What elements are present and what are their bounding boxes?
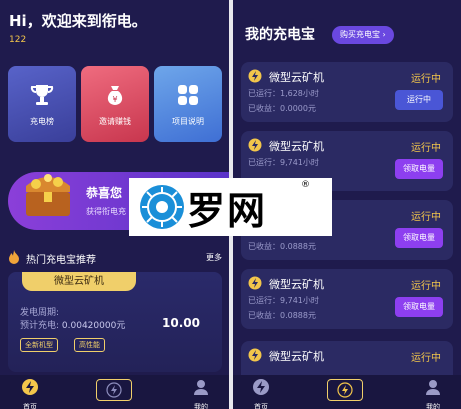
tab-home[interactable]: 首页 <box>10 378 50 409</box>
money-bag-icon: ¥ <box>107 86 123 105</box>
machine-name: 微型云矿机 <box>269 278 324 291</box>
machine-status: 运行中 <box>411 212 441 223</box>
tab-mine[interactable]: 我的 <box>413 378 453 409</box>
tab-label: 我的 <box>426 403 440 409</box>
spider-logo-icon <box>140 185 184 229</box>
buy-charger-button[interactable]: 购买充电宝 › <box>332 26 394 44</box>
card-project-info[interactable]: 项目说明 <box>154 66 222 142</box>
claim-power-button[interactable]: 领取电量 <box>395 159 443 179</box>
chevron-right-icon: › <box>382 30 386 39</box>
machine-status: 运行中 <box>411 74 441 85</box>
lightning-icon <box>337 382 353 398</box>
product-card[interactable]: 微型云矿机 发电周期: 预计充电: 0.00420000元 10.00 全新机型… <box>8 272 222 372</box>
lightning-circle-icon <box>253 379 269 395</box>
grid-icon <box>178 85 198 105</box>
hot-section-header: 热门充电宝推荐 更多 <box>8 250 222 266</box>
product-price: 10.00 <box>162 316 200 330</box>
machine-name: 微型云矿机 <box>269 350 324 363</box>
running-button[interactable]: 运行中 <box>395 90 443 110</box>
machine-status: 运行中 <box>411 281 441 292</box>
machine-card: 微型云矿机 运行中 已运行：1,628小时 已收益：0.0000元 运行中 <box>241 62 453 122</box>
banner-title: 恭喜您 <box>86 186 123 200</box>
bottom-tabbar: 首页 我的 <box>233 375 461 409</box>
banner-subtitle: 获得衔电充 <box>86 207 126 216</box>
machine-runtime: 已运行：9,741小时 <box>248 296 319 305</box>
lightning-circle-icon <box>22 379 38 395</box>
tab-mine[interactable]: 我的 <box>181 378 221 409</box>
lightning-circle-icon <box>248 348 262 362</box>
feature-chip: 全新机型 <box>20 338 58 352</box>
card-label: 项目说明 <box>172 117 204 126</box>
svg-text:¥: ¥ <box>112 95 117 104</box>
watermark-overlay: 罗网 ® <box>129 178 332 236</box>
estimate-label: 预计充电: <box>20 321 60 331</box>
machine-runtime: 已运行：9,741小时 <box>248 158 319 167</box>
user-id: 122 <box>9 35 27 45</box>
buy-button-label: 购买充电宝 <box>340 30 380 39</box>
card-label: 邀请赚钱 <box>99 117 131 126</box>
machine-earnings: 已收益：0.0000元 <box>248 104 316 113</box>
machine-status: 运行中 <box>411 143 441 154</box>
tab-label: 我的 <box>194 403 208 409</box>
bottom-tabbar: 首页 我的 <box>0 375 229 409</box>
trophy-icon <box>30 85 54 105</box>
tab-label: 首页 <box>254 403 268 409</box>
more-link[interactable]: 更多 <box>206 252 222 263</box>
tab-home[interactable]: 首页 <box>241 378 281 409</box>
estimate-value: 0.00420000元 <box>61 321 126 331</box>
hot-section-title: 热门充电宝推荐 <box>26 255 96 266</box>
user-icon <box>194 380 208 395</box>
lightning-circle-icon <box>248 138 262 152</box>
lightning-icon <box>106 382 122 398</box>
registered-mark: ® <box>301 180 310 190</box>
feature-chip: 高性能 <box>74 338 105 352</box>
lightning-circle-icon <box>248 276 262 290</box>
user-icon <box>426 380 440 395</box>
card-invite-earn[interactable]: ¥ 邀请赚钱 <box>81 66 149 142</box>
greeting-title: Hi，欢迎来到衔电。 <box>9 12 147 30</box>
machine-name: 微型云矿机 <box>269 71 324 84</box>
estimate-row: 预计充电: 0.00420000元 <box>20 318 125 331</box>
machine-status: 运行中 <box>411 353 441 364</box>
page-title: 我的充电宝 <box>245 27 315 43</box>
watermark-text: 罗网 <box>187 189 268 233</box>
period-label: 发电周期: <box>20 308 60 318</box>
machine-earnings: 已收益：0.0888元 <box>248 242 316 251</box>
center-charge-button[interactable] <box>327 379 363 401</box>
machine-name: 微型云矿机 <box>269 140 324 153</box>
machine-earnings: 已收益：0.0888元 <box>248 311 316 320</box>
flame-icon <box>9 250 19 264</box>
center-charge-button[interactable] <box>96 379 132 401</box>
card-charge-ranking[interactable]: 充电榜 <box>8 66 76 142</box>
treasure-chest-icon <box>26 174 70 216</box>
tab-label: 首页 <box>23 403 37 409</box>
card-label: 充电榜 <box>30 117 54 126</box>
claim-power-button[interactable]: 领取电量 <box>395 297 443 317</box>
product-name: 微型云矿机 <box>22 272 136 291</box>
machine-runtime: 已运行：1,628小时 <box>248 89 319 98</box>
lightning-circle-icon <box>248 69 262 83</box>
machine-card: 微型云矿机 运行中 已运行：9,741小时 已收益：0.0888元 领取电量 <box>241 269 453 329</box>
claim-power-button[interactable]: 领取电量 <box>395 228 443 248</box>
